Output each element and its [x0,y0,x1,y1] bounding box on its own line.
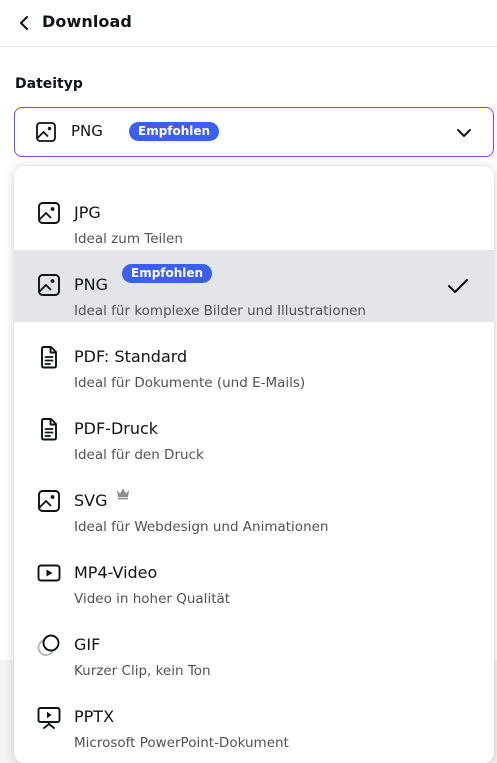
file-type-dropdown: JPG Ideal zum Teilen PNG Empfohlen Ideal… [14,166,494,763]
image-icon [35,121,57,143]
file-type-select[interactable]: PNG Empfohlen [14,107,494,157]
file-type-value: PNG [71,122,103,140]
panel-header: Download [0,0,497,47]
document-icon [36,344,62,370]
option-gif[interactable]: GIF Kurzer Clip, kein Ton [14,610,494,682]
image-icon [36,488,62,514]
option-description: Kurzer Clip, kein Ton [74,663,211,679]
checkmark-icon [446,274,470,298]
option-title: JPG [74,203,101,222]
option-title: MP4-Video [74,563,158,582]
image-icon [36,272,62,298]
option-description: Ideal für den Druck [74,447,204,463]
option-description: Ideal für Dokumente (und E-Mails) [74,375,306,391]
option-pdf-standard[interactable]: PDF: Standard Ideal für Dokumente (und E… [14,322,494,394]
back-button[interactable] [14,12,34,34]
option-title: SVG [74,491,108,510]
option-jpg[interactable]: JPG Ideal zum Teilen [14,178,494,250]
option-title: PPTX [74,707,115,726]
video-play-icon [36,560,62,586]
option-title: PDF-Druck [74,419,159,438]
option-png[interactable]: PNG Empfohlen Ideal für komplexe Bilder … [14,250,494,322]
option-description: Ideal für Webdesign und Animationen [74,519,329,535]
option-title: GIF [74,635,101,654]
image-icon [36,200,62,226]
option-description: Microsoft PowerPoint-Dokument [74,735,289,751]
option-mp4-video[interactable]: MP4-Video Video in hoher Qualität [14,538,494,610]
option-svg[interactable]: SVG Ideal für Webdesign und Animationen [14,466,494,538]
option-title: PNG [74,275,109,294]
chevron-left-icon [18,15,30,31]
option-title: PDF: Standard [74,347,188,366]
document-icon [36,416,62,442]
panel-title: Download [42,12,132,31]
gif-circles-icon [36,632,62,658]
option-pdf-print[interactable]: PDF-Druck Ideal für den Druck [14,394,494,466]
option-pptx[interactable]: PPTX Microsoft PowerPoint-Dokument [14,682,494,754]
recommended-badge: Empfohlen [129,122,220,141]
presentation-icon [36,704,62,730]
chevron-down-icon [455,124,473,142]
file-type-label: Dateityp [15,76,83,92]
option-description: Ideal zum Teilen [74,231,183,247]
option-description: Video in hoher Qualität [74,591,231,607]
crown-icon [115,486,131,500]
option-description: Ideal für komplexe Bilder und Illustrati… [74,303,366,319]
recommended-badge: Empfohlen [122,264,213,283]
